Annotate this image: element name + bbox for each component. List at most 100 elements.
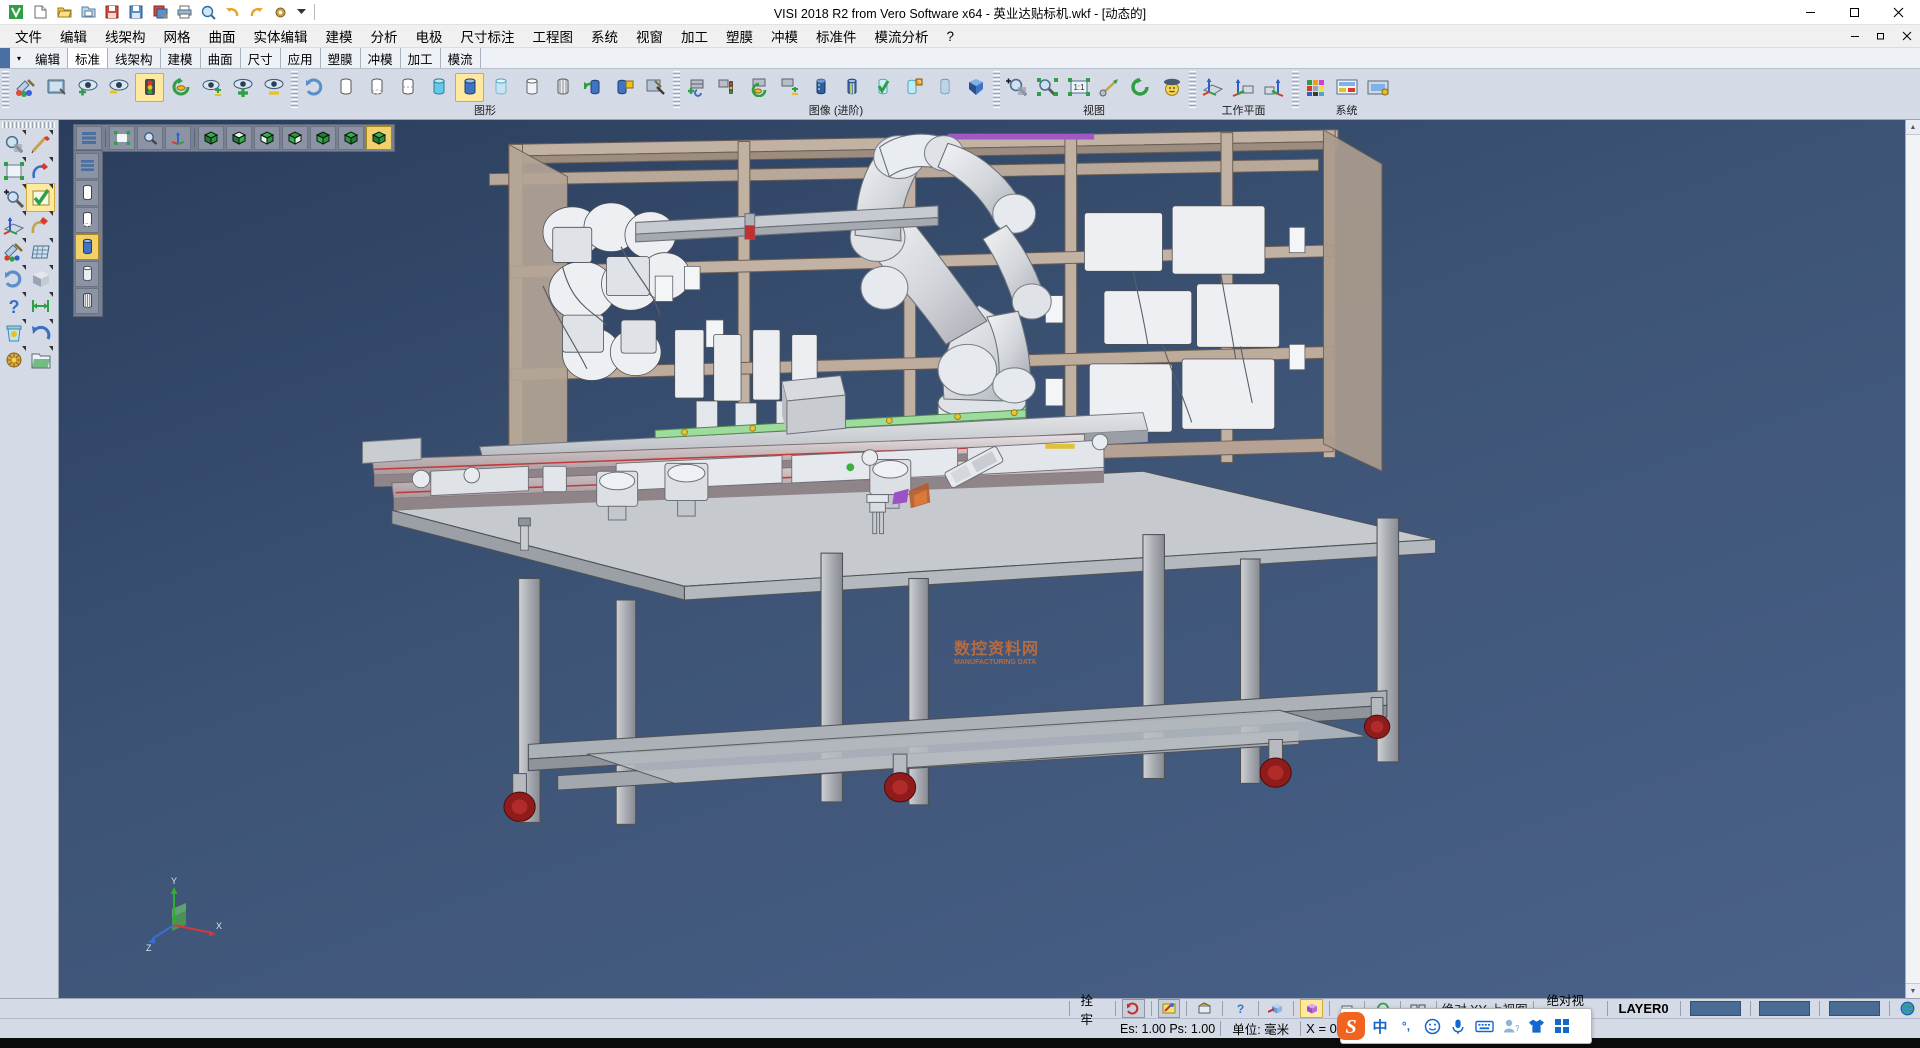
entity-refresh-icon[interactable] [744,73,773,102]
ribbon-group-grip[interactable] [2,71,9,109]
settings-gear-icon[interactable] [269,1,291,23]
menu-item-flow-analysis[interactable]: 模流分析 [866,24,938,48]
axis-origin-icon[interactable] [165,126,191,150]
menu-item-machining[interactable]: 加工 [672,24,717,48]
apps-icon[interactable] [1549,1009,1575,1043]
tab-surface[interactable]: 曲面 [201,48,241,68]
tab-mold[interactable]: 塑膜 [321,48,361,68]
list-view-icon[interactable] [76,126,102,150]
hide-entity-icon[interactable] [104,73,133,102]
save-icon[interactable] [101,1,123,23]
save-all-icon[interactable] [149,1,171,23]
zoom-fit-icon[interactable]: 1:1 [1064,73,1093,102]
mold-tool-icon[interactable] [0,346,27,373]
model-canvas[interactable]: 数控资料网 MANUFACTURING DATA Y [59,120,1905,998]
canvas-vertical-scrollbar[interactable]: ▲ ▼ [1905,120,1920,998]
sogou-logo-icon[interactable]: S [1335,1010,1367,1042]
ime-mode-label[interactable]: 中 [1367,1009,1393,1043]
tab-application[interactable]: 应用 [281,48,321,68]
ribbon-group-grip-image[interactable] [673,71,680,109]
tab-strip-handle[interactable] [0,48,10,68]
shaded-cyl-icon[interactable] [75,234,99,260]
scroll-down-arrow-icon[interactable]: ▼ [1906,983,1920,998]
confirm-check-icon[interactable] [27,184,54,211]
close-button[interactable] [1876,0,1920,24]
undo-tool-icon[interactable] [27,319,54,346]
solid-blue-icon[interactable] [806,73,835,102]
wireframe-view-icon[interactable] [331,73,360,102]
ime-punct-toggle[interactable]: °, [1393,1009,1419,1043]
user-icon[interactable]: ? [1497,1009,1523,1043]
zoom-tool-icon[interactable] [0,130,27,157]
refresh-tool-icon[interactable] [0,265,27,292]
tab-machining[interactable]: 加工 [401,48,441,68]
snap-box-icon[interactable] [1193,999,1216,1018]
screen-capture-icon[interactable] [1363,73,1392,102]
measure-tool-icon[interactable] [27,292,54,319]
menu-item-file[interactable]: 文件 [6,24,51,48]
solid-stripe-icon[interactable] [837,73,866,102]
globe-icon[interactable] [1896,999,1919,1018]
redraw-icon[interactable] [300,73,329,102]
tab-wireframe[interactable]: 线架构 [108,48,161,68]
menu-item-dimension[interactable]: 尺寸标注 [452,24,524,48]
refresh-view-icon[interactable] [166,73,195,102]
show-all-icon[interactable] [228,73,257,102]
dynamic-view-icon[interactable] [1157,73,1186,102]
highlight-solid-icon[interactable] [899,73,928,102]
status-field-2[interactable] [1759,1001,1810,1016]
cube-shaded-icon[interactable] [961,73,990,102]
wireframe-cyl-icon[interactable] [75,180,99,206]
mesh-view-icon[interactable] [548,73,577,102]
outline-shade-icon[interactable] [517,73,546,102]
hidden-dashed-icon[interactable] [393,73,422,102]
workplane-origin-icon[interactable] [1229,73,1258,102]
open-file-tool-icon[interactable] [27,346,54,373]
help-tool-icon[interactable]: ? [0,292,27,319]
ribbon-group-grip-workplane[interactable] [1189,71,1196,109]
attributes-filter-icon[interactable] [11,73,40,102]
menu-item-electrode[interactable]: 电极 [407,24,452,48]
menu-item-window[interactable]: 视窗 [627,24,672,48]
tab-dropdown-icon[interactable]: ▾ [10,48,28,68]
snap-solid-icon[interactable] [1300,999,1323,1018]
entity-toggle-icon[interactable] [775,73,804,102]
doc-minimize-button[interactable] [1842,24,1868,48]
layer-list-icon[interactable] [75,153,99,179]
open-recent-icon[interactable] [77,1,99,23]
hidden-cyl-icon[interactable] [75,207,99,233]
status-field-1[interactable] [1690,1001,1741,1016]
wire-solid-icon[interactable] [930,73,959,102]
traffic-light-icon[interactable] [135,73,164,102]
status-field-3[interactable] [1829,1001,1880,1016]
ribbon-group-grip-system[interactable] [1292,71,1299,109]
ribbon-group-grip-view[interactable] [993,71,1000,109]
shaded-cyan-icon[interactable] [424,73,453,102]
draw-curve-icon[interactable] [27,157,54,184]
view-front-icon[interactable] [254,126,280,150]
scroll-track[interactable] [1906,135,1920,983]
snap-help-icon[interactable]: ? [1229,999,1252,1018]
microphone-icon[interactable] [1445,1009,1471,1043]
menu-item-die[interactable]: 冲模 [762,24,807,48]
tab-modeling[interactable]: 建模 [161,48,201,68]
menu-item-modeling[interactable]: 建模 [317,24,362,48]
snap-cube-icon[interactable] [1264,999,1287,1018]
zoom-plus-icon[interactable] [0,184,27,211]
mesh-cyl-icon[interactable] [75,288,99,314]
layer-manager-icon[interactable] [42,73,71,102]
view-top-icon[interactable] [226,126,252,150]
menu-item-help[interactable]: ? [938,27,964,46]
tab-edit[interactable]: 编辑 [28,48,68,68]
color-palette-icon[interactable] [1301,73,1330,102]
save-as-icon[interactable] [125,1,147,23]
render-settings-icon[interactable] [641,73,670,102]
undo-icon[interactable] [221,1,243,23]
entity-show-icon[interactable] [682,73,711,102]
preferences-icon[interactable] [1332,73,1361,102]
menu-item-drawing[interactable]: 工程图 [524,24,583,48]
smiley-icon[interactable] [1419,1009,1445,1043]
menu-item-surface[interactable]: 曲面 [200,24,245,48]
tab-flow[interactable]: 模流 [441,48,481,68]
menu-item-edit[interactable]: 编辑 [51,24,96,48]
